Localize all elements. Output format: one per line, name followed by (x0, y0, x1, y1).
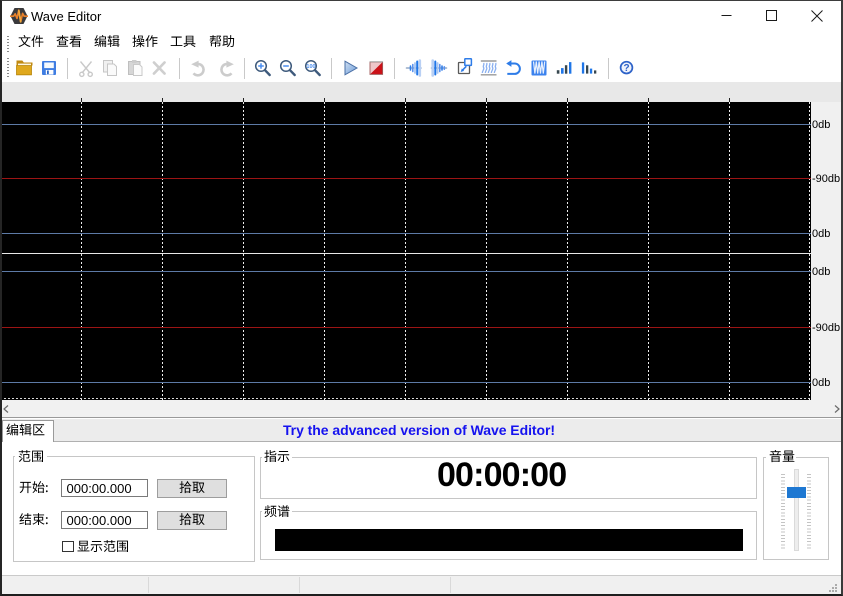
svg-text:100: 100 (306, 64, 315, 70)
svg-text:?: ? (623, 63, 629, 74)
